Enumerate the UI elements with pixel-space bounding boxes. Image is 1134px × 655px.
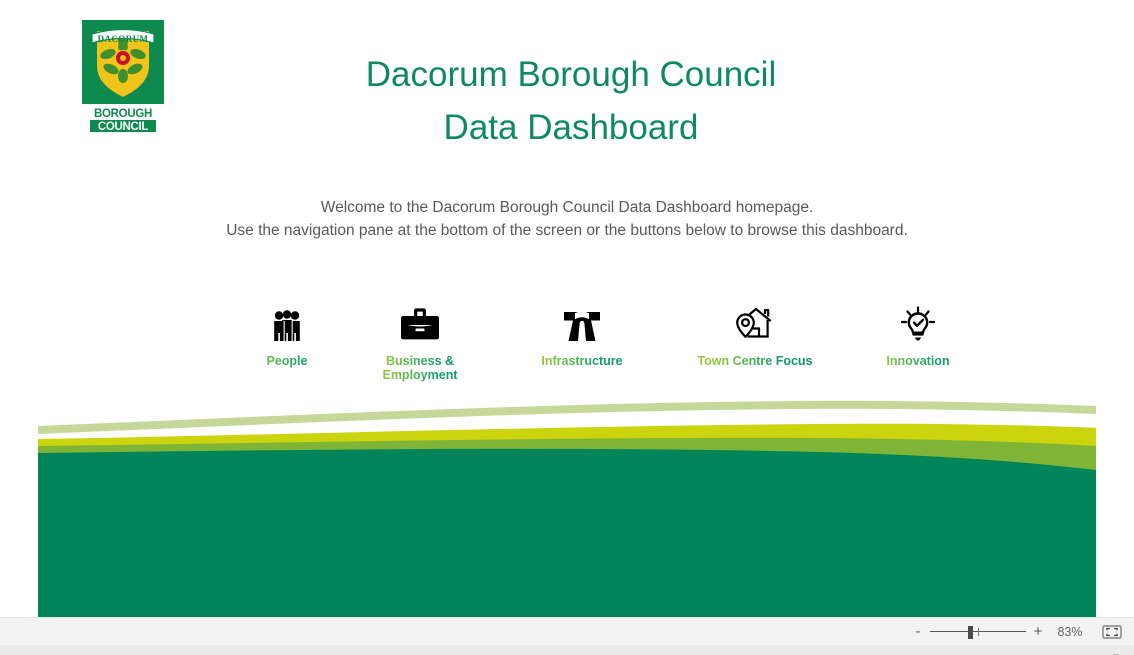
title-line-1: Dacorum Borough Council bbox=[365, 55, 777, 94]
nav-button-innovation[interactable]: Innovation bbox=[843, 300, 993, 368]
people-icon bbox=[212, 300, 362, 342]
welcome-line-1: Welcome to the Dacorum Borough Council D… bbox=[320, 199, 814, 216]
fit-to-screen-icon[interactable] bbox=[1102, 624, 1122, 639]
nav-button-label: Town Centre Focus bbox=[680, 354, 830, 368]
nav-button-town-centre-focus[interactable]: Town Centre Focus bbox=[680, 300, 830, 368]
wave-band-teal bbox=[38, 448, 1096, 617]
welcome-line-2: Use the navigation pane at the bottom of… bbox=[226, 222, 908, 239]
decorative-wave-graphic bbox=[38, 392, 1096, 617]
zoom-percentage: 83% bbox=[1057, 624, 1083, 639]
nav-button-label: People bbox=[212, 354, 362, 368]
nav-button-business-employment[interactable]: Business & Employment bbox=[345, 300, 495, 382]
navigation-buttons: People Business & Employment Infrastruct… bbox=[200, 300, 1000, 400]
title-line-2: Data Dashboard bbox=[443, 108, 699, 147]
svg-text:BOROUGH: BOROUGH bbox=[94, 108, 152, 120]
nav-button-people[interactable]: People bbox=[212, 300, 362, 368]
zoom-toolbar: - + 83% bbox=[0, 617, 1134, 645]
nav-button-label: Infrastructure bbox=[507, 354, 657, 368]
nav-button-label: Innovation bbox=[843, 354, 993, 368]
zoom-slider-tick bbox=[978, 627, 979, 636]
briefcase-icon bbox=[345, 300, 495, 342]
dacorum-borough-council-logo: DACORUM BOROUGH COUNCIL bbox=[82, 20, 164, 132]
zoom-out-button[interactable]: - bbox=[910, 624, 926, 639]
report-footer: Microsoft Power BI ‹ 1 de 33 › bbox=[0, 645, 1134, 655]
report-canvas: DACORUM BOROUGH COUNCIL Dacorum Borough … bbox=[0, 0, 1134, 617]
power-bi-report-viewer: DACORUM BOROUGH COUNCIL Dacorum Borough … bbox=[0, 0, 1134, 655]
zoom-slider-thumb[interactable] bbox=[968, 625, 973, 639]
road-icon bbox=[507, 300, 657, 342]
zoom-slider[interactable] bbox=[930, 624, 1026, 640]
svg-text:DACORUM: DACORUM bbox=[98, 34, 149, 44]
svg-text:COUNCIL: COUNCIL bbox=[98, 121, 149, 132]
lightbulb-check-icon bbox=[843, 300, 993, 342]
location-house-icon bbox=[680, 300, 830, 342]
nav-button-label: Business & Employment bbox=[345, 354, 495, 382]
page-title: Dacorum Borough Council Data Dashboard bbox=[200, 48, 942, 154]
nav-button-infrastructure[interactable]: Infrastructure bbox=[507, 300, 657, 368]
welcome-text: Welcome to the Dacorum Borough Council D… bbox=[117, 196, 1017, 242]
zoom-in-button[interactable]: + bbox=[1030, 624, 1046, 639]
